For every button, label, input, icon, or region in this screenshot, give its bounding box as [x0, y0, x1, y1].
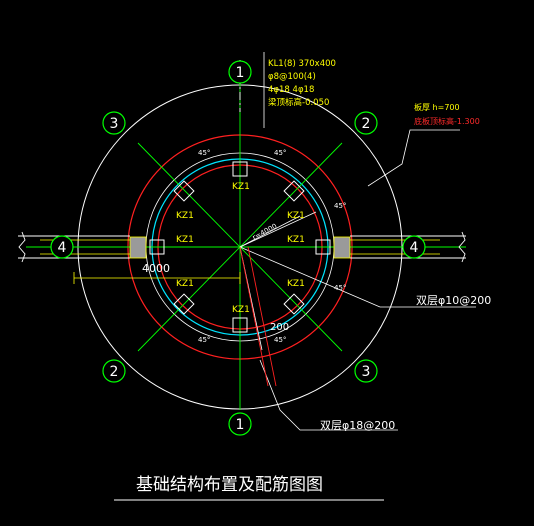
dim-4000-label: 4000 — [142, 262, 170, 275]
kz1-label-bottom: KZ1 — [232, 305, 250, 315]
axis-label-right: 4 — [410, 240, 419, 256]
angle-label-5: 45° — [198, 336, 210, 344]
axis-label-left: 4 — [58, 240, 67, 256]
left-pedestal — [129, 236, 147, 259]
rebar-label-bottom: 双层φ18@200 — [320, 419, 395, 432]
beam-callout-line1: KL1(8) 370x400 — [268, 59, 336, 69]
right-pedestal — [333, 236, 351, 259]
axis-label-lower-left: 2 — [110, 364, 119, 380]
rebar-label-right: 双层φ10@200 — [416, 294, 491, 307]
angle-label-2: 45° — [274, 149, 286, 157]
kz1-label-lower-right: KZ1 — [287, 279, 305, 289]
angle-label-1: 45° — [198, 149, 210, 157]
foundation-callout-line1: 板厚 h=700 — [414, 102, 460, 112]
axis-label-bottom: 1 — [236, 417, 245, 433]
axis-label-upper-left: 3 — [110, 116, 119, 132]
angle-label-6: 45° — [274, 336, 286, 344]
dim-200-label: 200 — [270, 322, 289, 333]
beam-callout-line3: 4φ18 4φ18 — [268, 85, 314, 95]
beam-callout-line2: φ8@100(4) — [268, 72, 316, 82]
kz1-label-top: KZ1 — [232, 182, 250, 192]
kz1-label-left: KZ1 — [176, 235, 194, 245]
beam-callout-line4: 梁顶标高-0.050 — [268, 97, 329, 108]
foundation-callout-line2: 底板顶标高-1.300 — [414, 116, 480, 126]
kz1-label-lower-left: KZ1 — [176, 279, 194, 289]
angle-label-3: 45° — [334, 202, 346, 210]
kz1-label-upper-left: KZ1 — [176, 211, 194, 221]
axis-label-upper-right: 2 — [362, 116, 371, 132]
axis-label-top: 1 — [236, 65, 245, 81]
drawing-title: 基础结构布置及配筋图图 — [136, 475, 323, 495]
drawing-background — [0, 0, 534, 526]
foundation-plan-drawing: 1 1 3 2 2 3 4 4 KZ1 KZ1 KZ1 KZ1 KZ1 KZ1 … — [0, 0, 534, 526]
kz1-label-right: KZ1 — [287, 235, 305, 245]
axis-label-lower-right: 3 — [362, 364, 371, 380]
angle-label-4: 45° — [334, 284, 346, 292]
kz1-label-upper-right: KZ1 — [287, 211, 305, 221]
